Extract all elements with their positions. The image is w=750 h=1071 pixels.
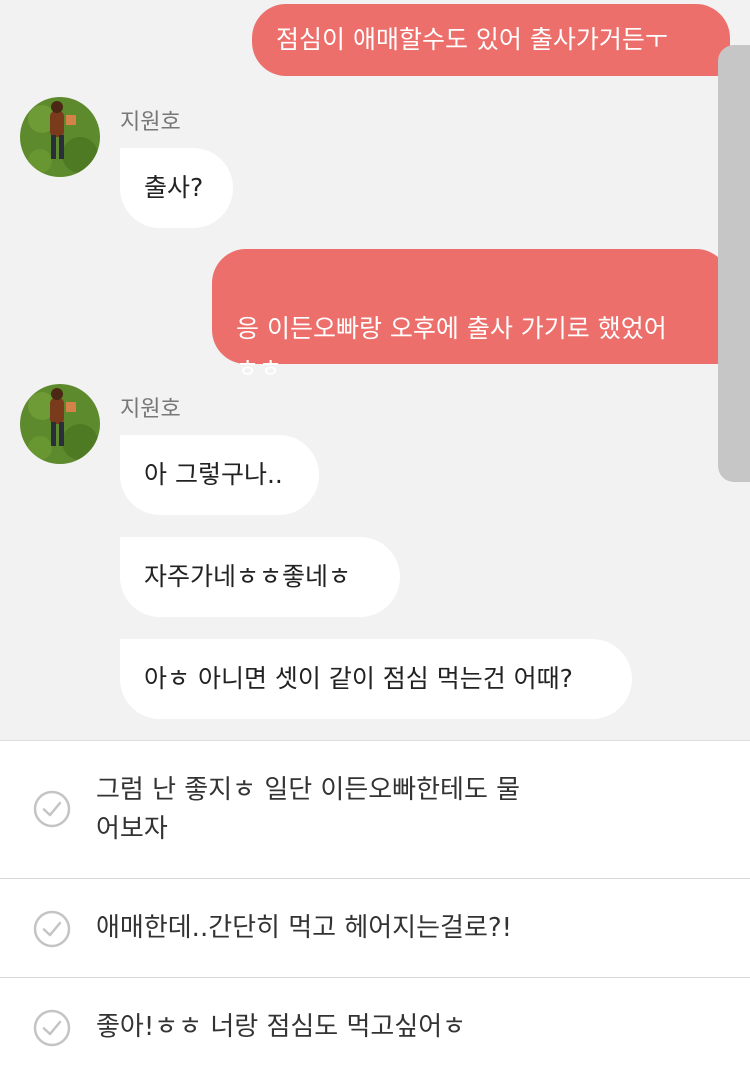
grass-avatar-image [20, 384, 100, 464]
chat-area[interactable]: 점심이 애매할수도 있어 출사가거든ㅜ 지원호 출사? 응 이든오빠랑 오후에 … [0, 0, 750, 740]
check-circle-icon [33, 790, 71, 828]
their-message-bubble: 아ㅎ 아니면 셋이 같이 점심 먹는건 어때? [120, 639, 632, 719]
my-message-bubble: 점심이 애매할수도 있어 출사가거든ㅜ [252, 4, 730, 76]
message-text: 출사? [144, 173, 204, 202]
message-text: 자주가네ㅎㅎ좋네ㅎ [144, 562, 352, 591]
message-text: 아 그렇구나.. [144, 460, 283, 489]
grass-avatar-image [20, 97, 100, 177]
sender-name: 지원호 [120, 110, 181, 135]
reply-option-text: 애매한데..간단히 먹고 헤어지는걸로?! [96, 913, 513, 943]
reply-option[interactable]: 그럼 난 좋지ㅎ 일단 이든오빠한테도 물 어보자 [0, 741, 750, 879]
reply-option-text: 좋아!ㅎㅎ 너랑 점심도 먹고싶어ㅎ [96, 1012, 467, 1042]
their-message-bubble: 출사? [120, 148, 233, 228]
check-circle-icon [33, 910, 71, 948]
check-circle-icon [33, 1009, 71, 1047]
reply-options: 그럼 난 좋지ㅎ 일단 이든오빠한테도 물 어보자 애매한데..간단히 먹고 헤… [0, 740, 750, 1071]
message-text: 점심이 애매할수도 있어 출사가거든ㅜ [276, 25, 668, 54]
my-message-bubble: 응 이든오빠랑 오후에 출사 가기로 했었어 ㅎㅎ [212, 249, 730, 383]
reply-option[interactable]: 좋아!ㅎㅎ 너랑 점심도 먹고싶어ㅎ [0, 978, 750, 1071]
message-text: 아ㅎ 아니면 셋이 같이 점심 먹는건 어때? [144, 664, 573, 693]
reply-option[interactable]: 애매한데..간단히 먹고 헤어지는걸로?! [0, 879, 750, 978]
avatar[interactable] [20, 384, 100, 464]
sender-name: 지원호 [120, 397, 181, 422]
their-message-bubble: 아 그렇구나.. [120, 435, 319, 515]
their-message-bubble: 자주가네ㅎㅎ좋네ㅎ [120, 537, 400, 617]
message-text: 응 이든오빠랑 오후에 출사 가기로 했었어 ㅎㅎ [236, 314, 667, 383]
scrollbar[interactable] [718, 45, 750, 482]
reply-option-text: 그럼 난 좋지ㅎ 일단 이든오빠한테도 물 어보자 [96, 775, 521, 844]
avatar[interactable] [20, 97, 100, 177]
